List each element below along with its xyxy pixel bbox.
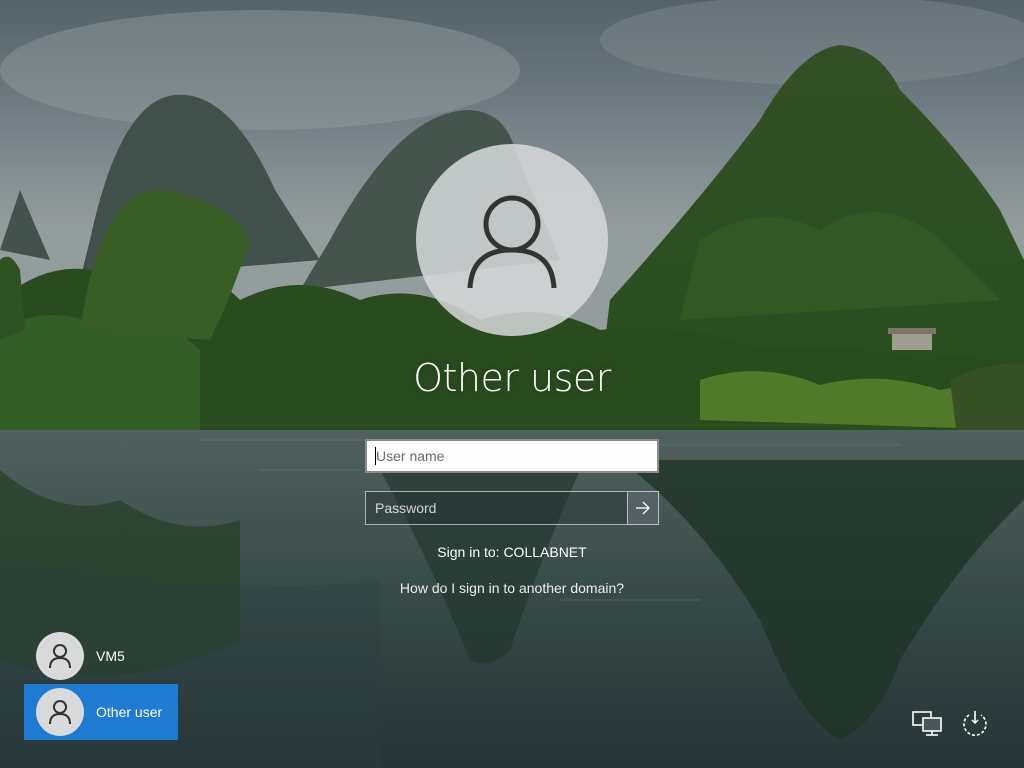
tile-avatar	[36, 632, 84, 680]
arrow-right-icon	[636, 501, 650, 515]
tile-avatar	[36, 688, 84, 736]
text-caret	[375, 447, 376, 465]
power-icon	[963, 711, 987, 736]
submit-button[interactable]	[627, 491, 659, 525]
user-icon	[49, 644, 71, 669]
password-input[interactable]	[365, 491, 627, 525]
user-tile-vm5[interactable]: VM5	[24, 628, 178, 684]
network-icon	[912, 711, 942, 736]
sign-in-domain-text: Sign in to: COLLABNET	[437, 544, 587, 560]
network-button[interactable]	[910, 706, 944, 740]
username-input[interactable]	[365, 439, 659, 473]
other-domain-link[interactable]: How do I sign in to another domain?	[292, 580, 732, 596]
user-tile-label: Other user	[96, 704, 163, 720]
lock-screen: Other user Sign in to: COLLABNET How do …	[0, 0, 1024, 768]
user-icon	[467, 195, 557, 289]
selected-user-name: Other user	[413, 356, 611, 400]
user-tile-label: VM5	[96, 648, 125, 664]
user-avatar-large	[416, 144, 608, 336]
power-button[interactable]	[958, 706, 992, 740]
user-icon	[49, 700, 71, 725]
user-tile-other-user[interactable]: Other user	[24, 684, 178, 740]
